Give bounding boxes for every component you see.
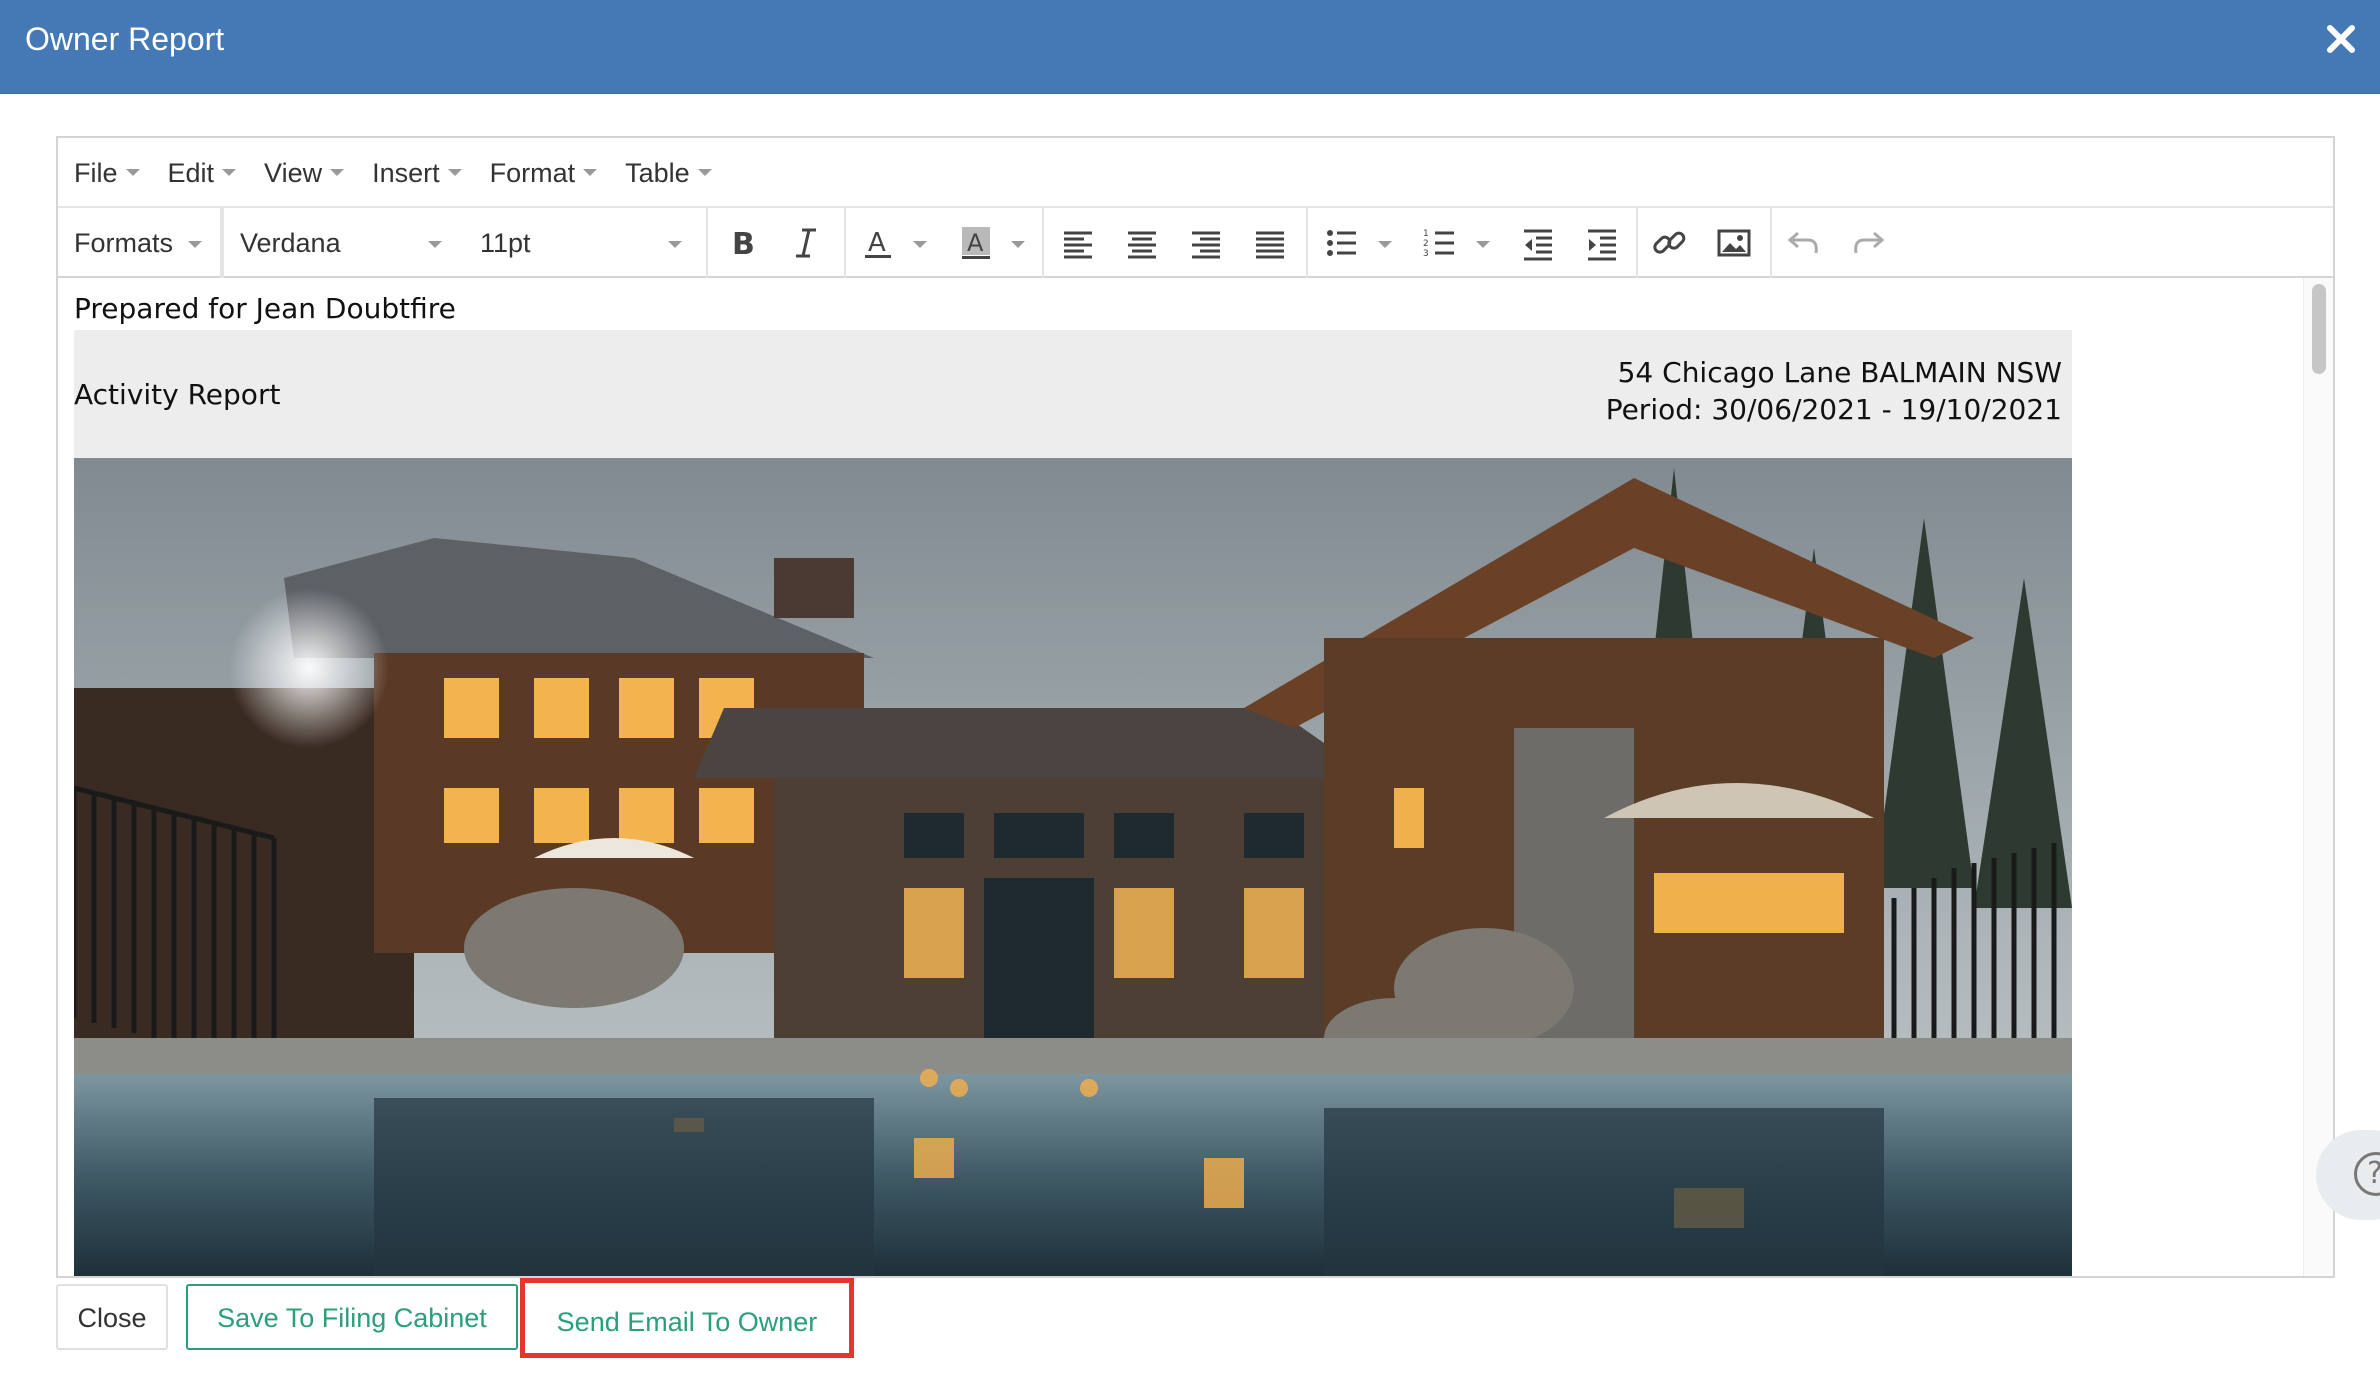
chevron-down-icon xyxy=(447,169,462,177)
property-info: 54 Chicago Lane BALMAIN NSW Period: 30/0… xyxy=(1606,354,2062,428)
editor-toolbar: Formats Verdana 11pt B A A 1 2 3 xyxy=(58,208,2333,278)
redo-icon[interactable] xyxy=(1846,221,1890,265)
align-center-icon[interactable] xyxy=(1120,221,1164,265)
svg-text:A: A xyxy=(967,229,984,257)
chevron-down-icon[interactable] xyxy=(913,241,927,248)
chevron-down-icon xyxy=(330,169,345,177)
chevron-down-icon[interactable] xyxy=(1378,241,1392,248)
align-left-icon[interactable] xyxy=(1056,221,1100,265)
editor-content[interactable]: Prepared for Jean Doubtfire Activity Rep… xyxy=(58,278,2333,1276)
modal-header: Owner Report xyxy=(0,0,2380,94)
property-address: 54 Chicago Lane BALMAIN NSW xyxy=(1617,356,2062,389)
undo-icon[interactable] xyxy=(1782,221,1826,265)
bullet-list-icon[interactable] xyxy=(1320,221,1364,265)
modal-footer: Close Save To Filing Cabinet Send Email … xyxy=(0,1278,2380,1382)
outdent-icon[interactable] xyxy=(1516,221,1560,265)
editor-menubar: File Edit View Insert Format Table xyxy=(58,138,2333,208)
chevron-down-icon xyxy=(222,169,237,177)
chevron-down-icon xyxy=(583,169,598,177)
close-button[interactable]: Close xyxy=(56,1284,168,1350)
chevron-down-icon[interactable] xyxy=(1476,241,1490,248)
report-header-block: Activity Report 54 Chicago Lane BALMAIN … xyxy=(74,330,2072,458)
menu-insert[interactable]: Insert xyxy=(372,138,462,208)
scrollbar-thumb[interactable] xyxy=(2312,284,2326,374)
send-email-to-owner-button[interactable]: Send Email To Owner xyxy=(520,1278,854,1358)
menu-format[interactable]: Format xyxy=(490,138,598,208)
indent-icon[interactable] xyxy=(1580,221,1624,265)
chevron-down-icon xyxy=(697,169,712,177)
save-to-filing-cabinet-button[interactable]: Save To Filing Cabinet xyxy=(186,1284,518,1350)
align-right-icon[interactable] xyxy=(1184,221,1228,265)
chevron-down-icon xyxy=(125,169,140,177)
text-color-icon[interactable]: A xyxy=(856,221,900,265)
menu-file[interactable]: File xyxy=(74,138,140,208)
background-color-icon[interactable]: A xyxy=(954,221,998,265)
svg-text:3: 3 xyxy=(1423,249,1429,259)
report-period: Period: 30/06/2021 - 19/10/2021 xyxy=(1605,393,2062,426)
svg-text:B: B xyxy=(732,227,755,262)
menu-table[interactable]: Table xyxy=(625,138,712,208)
bold-icon[interactable]: B xyxy=(720,221,764,265)
editor-scrollbar[interactable] xyxy=(2303,278,2333,1276)
link-icon[interactable] xyxy=(1648,221,1692,265)
chevron-down-icon[interactable] xyxy=(1011,241,1025,248)
close-icon[interactable] xyxy=(2322,20,2360,58)
svg-text:A: A xyxy=(868,228,886,258)
menu-view[interactable]: View xyxy=(264,138,345,208)
prepared-for-text: Prepared for Jean Doubtfire xyxy=(74,292,456,325)
modal-title: Owner Report xyxy=(25,21,225,57)
numbered-list-icon[interactable]: 123 xyxy=(1418,221,1462,265)
italic-icon[interactable] xyxy=(784,221,828,265)
help-icon: ? xyxy=(2354,1152,2380,1196)
image-icon[interactable] xyxy=(1712,221,1756,265)
svg-text:1: 1 xyxy=(1423,229,1429,239)
report-title: Activity Report xyxy=(74,378,281,411)
svg-text:2: 2 xyxy=(1423,239,1429,249)
align-justify-icon[interactable] xyxy=(1248,221,1292,265)
rich-text-editor: File Edit View Insert Format Table Formats Ve… xyxy=(56,136,2335,1278)
menu-edit[interactable]: Edit xyxy=(168,138,237,208)
property-photo xyxy=(74,458,2072,1276)
